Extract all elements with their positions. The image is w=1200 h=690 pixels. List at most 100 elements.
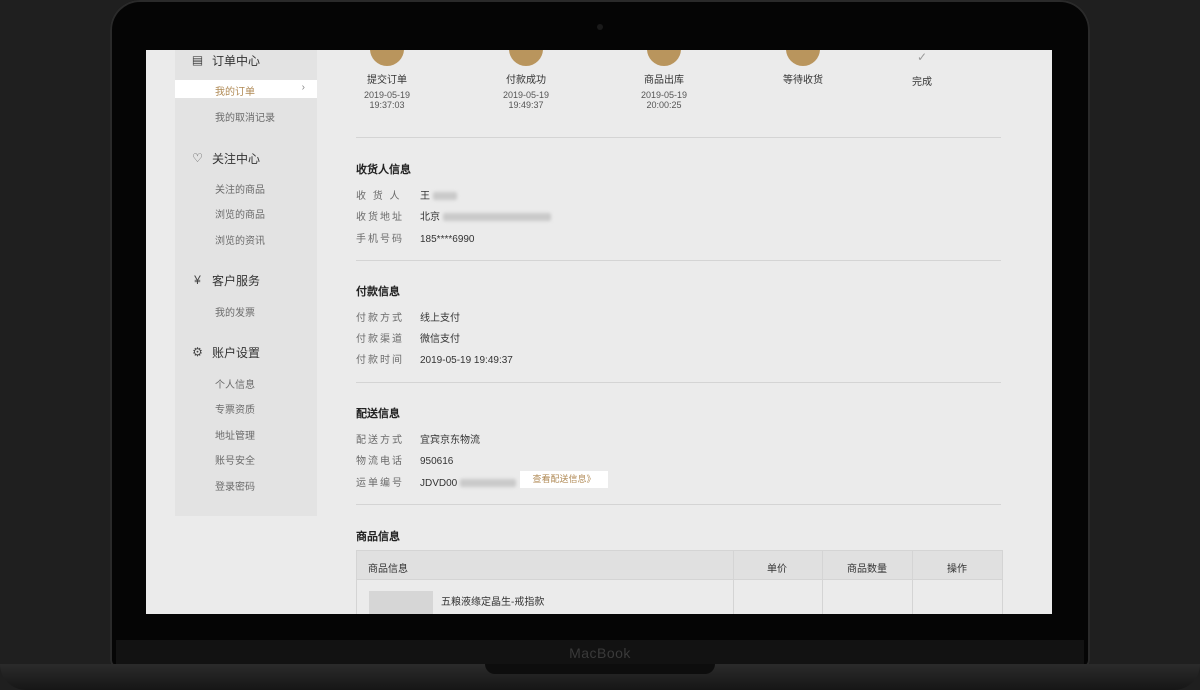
consignee-name-row: 收 货 人王 [356, 187, 457, 202]
step-time: 19:37:03 [369, 100, 405, 110]
section-title: 订单中心 [212, 54, 261, 68]
progress-step-shipped: 商品出库 2019-05-19 20:00:25 [619, 50, 709, 110]
field-value: JDVD00 [420, 478, 458, 489]
step-date: 2019-05-19 [363, 90, 411, 100]
delivery-phone-row: 物流电话 950616 [356, 452, 453, 467]
payment-icon [509, 50, 543, 66]
divider [356, 382, 1001, 383]
progress-step-awaiting: 等待收货 [758, 50, 848, 86]
divider [356, 260, 1001, 261]
progress-step-complete: ✓ 完成 [877, 50, 967, 88]
redacted-blur [442, 213, 551, 222]
field-label: 物流电话 [356, 456, 404, 467]
sidebar-item-special-invoice[interactable]: 专票资质 [215, 401, 255, 416]
section-title: 账户设置 [212, 346, 261, 360]
section-account-settings: ⚙ 账户设置 [191, 344, 260, 361]
macbook-label: MacBook [569, 645, 631, 661]
divider [356, 504, 1001, 505]
clipboard-icon: ▤ [191, 53, 204, 67]
field-value: 北京 [420, 212, 440, 223]
product-thumbnail[interactable] [369, 591, 433, 614]
field-value: 线上支付 [420, 313, 460, 324]
sidebar-item-login-password[interactable]: 登录密码 [215, 478, 255, 493]
step-time: 19:49:37 [508, 100, 544, 110]
sidebar-item-my-orders[interactable]: 我的订单 › [175, 80, 317, 98]
payment-title: 付款信息 [356, 286, 400, 298]
step-name: 商品出库 [644, 75, 684, 86]
field-label: 付款方式 [356, 313, 404, 324]
sidebar-item-cancel-records[interactable]: 我的取消记录 [215, 109, 275, 124]
step-name: 提交订单 [367, 75, 407, 86]
section-title: 关注中心 [212, 152, 261, 166]
complete-check-icon: ✓ [916, 50, 928, 64]
consignee-title: 收货人信息 [356, 164, 411, 176]
product-name-link[interactable]: 五粮液缘定晶生-戒指款 [441, 593, 544, 608]
sidebar: ▤ 订单中心 我的订单 › 我的取消记录 ♡ 关注中心 关注的商品 浏览的商品 … [175, 50, 317, 516]
progress-step-paid: 付款成功 2019-05-19 19:49:37 [481, 50, 571, 110]
field-value: 950616 [420, 456, 454, 467]
gear-icon: ⚙ [192, 345, 203, 359]
view-delivery-info-button[interactable]: 查看配送信息》 [520, 471, 608, 488]
warehouse-out-icon [647, 50, 681, 66]
field-value: 185****6990 [420, 234, 475, 245]
field-value: 微信支付 [420, 334, 460, 345]
step-time: 20:00:25 [646, 100, 682, 110]
screen: ▤ 订单中心 我的订单 › 我的取消记录 ♡ 关注中心 关注的商品 浏览的商品 … [146, 50, 1052, 614]
field-value: 2019-05-19 19:49:37 [420, 355, 513, 366]
column-divider [912, 551, 913, 614]
payment-channel-row: 付款渠道 微信支付 [356, 330, 460, 345]
field-label: 付款渠道 [356, 334, 404, 345]
consignee-address-row: 收货地址 北京 [356, 208, 551, 223]
chevron-right-icon: › [301, 82, 305, 93]
field-label: 手机号码 [356, 234, 404, 245]
sidebar-item-browsed-products[interactable]: 浏览的商品 [215, 206, 265, 221]
sidebar-item-my-invoices[interactable]: 我的发票 [215, 304, 255, 319]
laptop-notch [485, 664, 715, 674]
redacted-blur [460, 479, 517, 488]
products-table: 商品信息 单价 商品数量 操作 五粮液缘定晶生-戒指款 [356, 550, 1003, 614]
camera-dot [597, 24, 603, 30]
field-label: 收 货 人 [356, 191, 402, 202]
step-date: 2019-05-19 [502, 90, 550, 100]
payment-method-row: 付款方式 线上支付 [356, 309, 460, 324]
section-follow-center: ♡ 关注中心 [191, 150, 260, 167]
sidebar-item-label: 我的订单 [215, 87, 255, 98]
submit-order-icon [370, 50, 404, 66]
section-order-center: ▤ 订单中心 [191, 52, 260, 69]
divider [356, 137, 1001, 138]
sidebar-item-personal-info[interactable]: 个人信息 [215, 376, 255, 391]
step-name: 完成 [912, 77, 932, 88]
table-header [357, 551, 1002, 580]
column-header-action: 操作 [947, 564, 967, 575]
progress-step-submitted: 提交订单 2019-05-19 19:37:03 [342, 50, 432, 110]
column-divider [733, 551, 734, 614]
heart-icon: ♡ [192, 151, 203, 165]
field-label: 运单编号 [356, 478, 404, 489]
redacted-blur [432, 192, 457, 201]
delivery-truck-icon [786, 50, 820, 66]
payment-time-row: 付款时间 2019-05-19 19:49:37 [356, 351, 513, 366]
column-header-product: 商品信息 [368, 564, 408, 575]
sidebar-item-browsed-news[interactable]: 浏览的资讯 [215, 232, 265, 247]
field-value: 王 [420, 191, 430, 202]
sidebar-item-account-security[interactable]: 账号安全 [215, 452, 255, 467]
order-detail-main: 提交订单 2019-05-19 19:37:03 付款成功 2019-05-19… [334, 50, 1052, 614]
field-label: 付款时间 [356, 355, 404, 366]
column-header-quantity: 商品数量 [847, 564, 887, 575]
products-title: 商品信息 [356, 531, 400, 543]
consignee-phone-row: 手机号码 185****6990 [356, 230, 475, 245]
column-divider [822, 551, 823, 614]
column-header-price: 单价 [767, 564, 787, 575]
step-name: 等待收货 [783, 75, 823, 86]
sidebar-item-followed-products[interactable]: 关注的商品 [215, 181, 265, 196]
section-customer-service: ¥ 客户服务 [191, 272, 260, 289]
delivery-method-row: 配送方式 宜宾京东物流 [356, 431, 480, 446]
field-label: 收货地址 [356, 212, 404, 223]
field-value: 宜宾京东物流 [420, 435, 480, 446]
yen-icon: ¥ [194, 273, 201, 287]
delivery-title: 配送信息 [356, 408, 400, 420]
section-title: 客户服务 [212, 274, 261, 288]
step-date: 2019-05-19 [640, 90, 688, 100]
field-label: 配送方式 [356, 435, 404, 446]
sidebar-item-address-management[interactable]: 地址管理 [215, 427, 255, 442]
